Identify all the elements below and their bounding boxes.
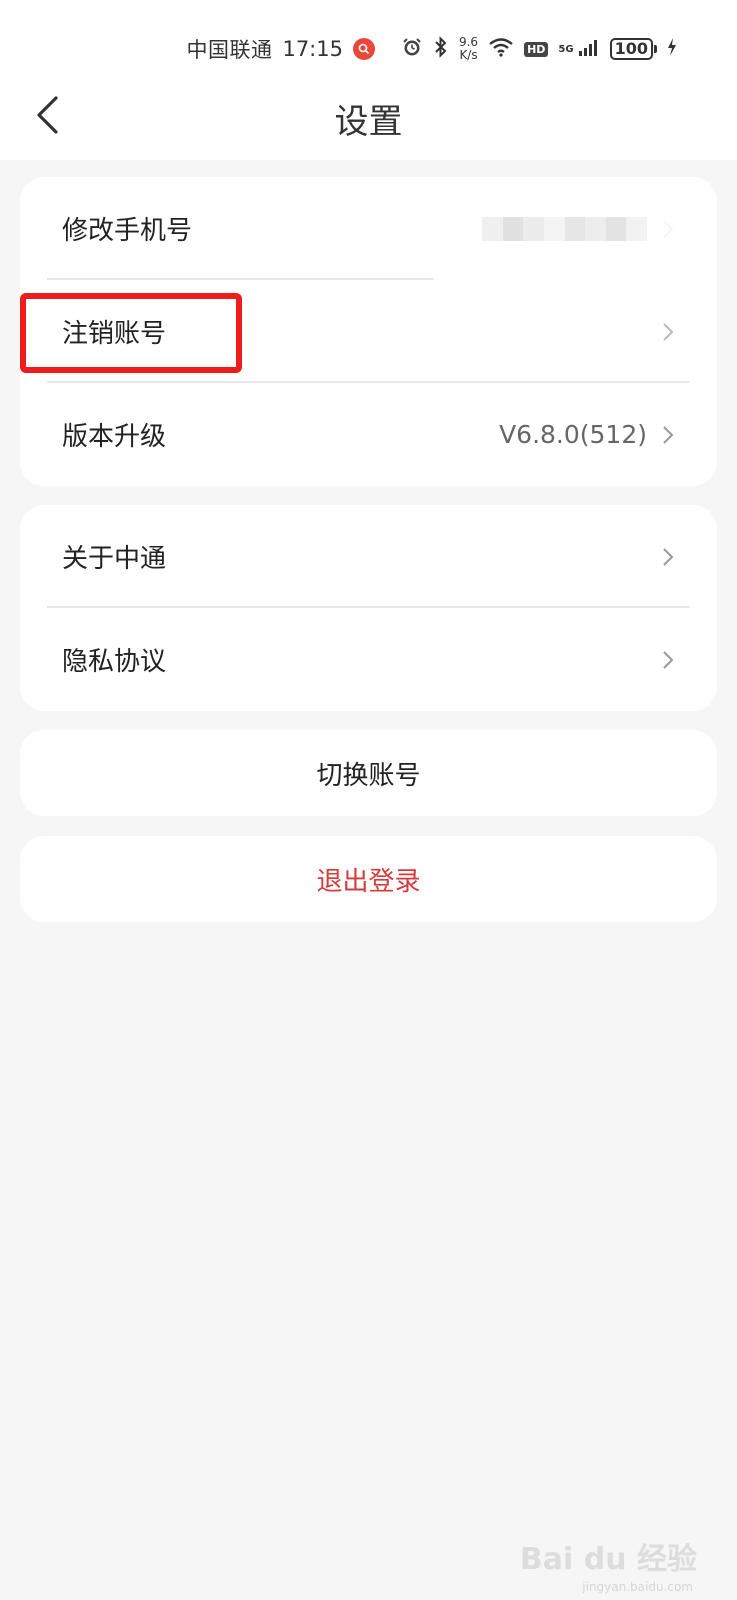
settings-row-change-phone[interactable]: 修改手机号 <box>20 177 717 280</box>
version-number: V6.8.0(512) <box>499 420 647 449</box>
chevron-right-icon <box>663 322 674 341</box>
row-label: 修改手机号 <box>62 216 193 246</box>
row-right <box>482 216 675 241</box>
network-speed: 9.6 K/s <box>459 36 478 62</box>
network-speed-unit: K/s <box>459 48 478 62</box>
hd-badge: HD <box>524 41 549 57</box>
page-title: 设置 <box>334 102 403 142</box>
chevron-right-icon <box>663 650 674 669</box>
settings-row-privacy[interactable]: 隐私协议 <box>20 608 717 711</box>
row-label: 版本升级 <box>62 422 167 452</box>
bluetooth-icon <box>433 35 449 64</box>
chevron-right-icon <box>663 425 674 444</box>
carrier-name: 中国联通 <box>186 38 273 62</box>
settings-row-version-upgrade[interactable]: 版本升级 V6.8.0(512) <box>20 383 717 486</box>
status-time: 17:15 <box>282 37 343 61</box>
row-right <box>661 649 675 671</box>
switch-account-button[interactable]: 切换账号 <box>20 730 717 816</box>
search-notification-icon <box>352 38 375 60</box>
battery-level: 100 <box>609 38 653 60</box>
header-area: 中国联通 17:15 9.6 K/s HD 5G 100 设置 <box>0 0 737 160</box>
settings-card-account: 修改手机号 注销账号 版本升级 V6.8.0(512) <box>20 177 717 486</box>
masked-phone-number <box>482 216 647 241</box>
battery-icon: 100 <box>609 38 657 60</box>
settings-row-about[interactable]: 关于中通 <box>20 505 717 608</box>
battery-tip <box>654 45 657 53</box>
switch-account-label: 切换账号 <box>316 760 421 791</box>
logout-label: 退出登录 <box>316 866 421 897</box>
charging-icon <box>667 37 677 62</box>
nav-bar: 设置 <box>0 78 737 158</box>
row-right <box>661 546 675 568</box>
status-bar: 中国联通 17:15 9.6 K/s HD 5G 100 <box>0 28 737 72</box>
chevron-right-icon <box>663 219 674 238</box>
row-label: 关于中通 <box>62 544 167 574</box>
alarm-icon <box>401 36 423 63</box>
baidu-watermark: Bai du 经验 <box>519 1542 697 1577</box>
baidu-watermark-url: jingyan.baidu.com <box>582 1580 693 1594</box>
row-right <box>661 321 675 343</box>
settings-card-about: 关于中通 隐私协议 <box>20 505 717 711</box>
logout-button[interactable]: 退出登录 <box>20 836 717 922</box>
signal-icon <box>578 37 600 61</box>
network-type: 5G <box>558 43 574 55</box>
chevron-right-icon <box>663 547 674 566</box>
settings-row-delete-account[interactable]: 注销账号 <box>20 280 717 383</box>
status-icons: 中国联通 17:15 9.6 K/s HD 5G 100 <box>186 34 677 64</box>
row-label: 隐私协议 <box>62 647 167 677</box>
wifi-icon <box>488 37 514 62</box>
row-label: 注销账号 <box>62 319 167 349</box>
row-right: V6.8.0(512) <box>499 420 675 449</box>
